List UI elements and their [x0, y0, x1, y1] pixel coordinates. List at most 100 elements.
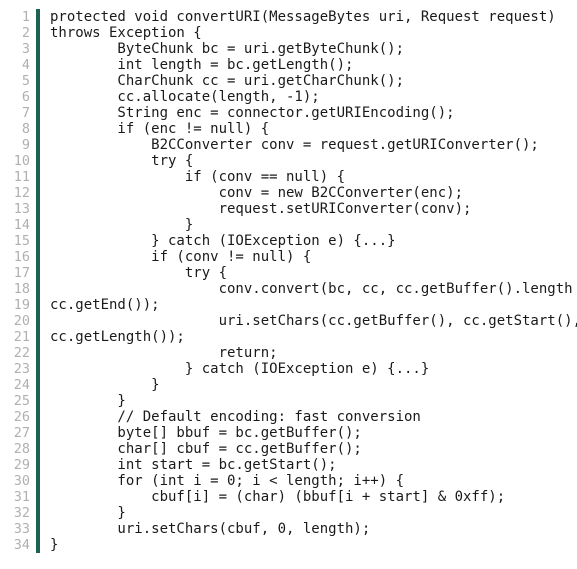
code-line-text[interactable]: uri.setChars(cc.getBuffer(), cc.getStart… — [50, 313, 577, 329]
code-line-row[interactable]: 13 request.setURIConverter(conv); — [0, 201, 577, 217]
code-line-text[interactable]: cbuf[i] = (char) (bbuf[i + start] & 0xff… — [50, 489, 577, 505]
code-line-row[interactable]: 23 } catch (IOException e) {...} — [0, 361, 577, 377]
code-line-text[interactable]: try { — [50, 265, 577, 281]
code-line-text[interactable]: byte[] bbuf = bc.getBuffer(); — [50, 425, 577, 441]
code-line-text[interactable]: return; — [50, 345, 577, 361]
gutter-divider-bar — [36, 377, 40, 393]
gutter-divider-bar — [36, 425, 40, 441]
code-line-row[interactable]: 33 uri.setChars(cbuf, 0, length); — [0, 521, 577, 537]
code-line-text[interactable]: uri.setChars(cbuf, 0, length); — [50, 521, 577, 537]
code-line-row[interactable]: 28 char[] cbuf = cc.getBuffer(); — [0, 441, 577, 457]
code-line-text[interactable]: conv.convert(bc, cc, cc.getBuffer().leng… — [50, 281, 577, 297]
code-line-text[interactable]: conv = new B2CConverter(enc); — [50, 185, 577, 201]
line-number: 24 — [13, 377, 30, 393]
code-line-text[interactable]: cc.getLength()); — [50, 329, 577, 345]
line-number: 28 — [13, 441, 30, 457]
code-line-row[interactable]: 26 // Default encoding: fast conversion — [0, 409, 577, 425]
code-line-row[interactable]: 30 for (int i = 0; i < length; i++) { — [0, 473, 577, 489]
code-line-text[interactable]: } catch (IOException e) {...} — [50, 361, 577, 377]
gutter-divider-bar — [36, 169, 40, 185]
code-line-row[interactable]: 7 String enc = connector.getURIEncoding(… — [0, 105, 577, 121]
gutter-divider-bar — [36, 89, 40, 105]
code-line-row[interactable]: 14 } — [0, 217, 577, 233]
line-number: 32 — [13, 505, 30, 521]
code-line-text[interactable]: } catch (IOException e) {...} — [50, 233, 577, 249]
code-line-row[interactable]: 32 } — [0, 505, 577, 521]
code-line-text[interactable]: try { — [50, 153, 577, 169]
line-number: 12 — [13, 185, 30, 201]
code-line-row[interactable]: 4 int length = bc.getLength(); — [0, 57, 577, 73]
code-line-row[interactable]: 31 cbuf[i] = (char) (bbuf[i + start] & 0… — [0, 489, 577, 505]
line-number: 16 — [13, 249, 30, 265]
line-number: 11 — [13, 169, 30, 185]
gutter-divider-bar — [36, 361, 40, 377]
code-line-row[interactable]: 19 cc.getEnd()); — [0, 297, 577, 313]
code-line-row[interactable]: 27 byte[] bbuf = bc.getBuffer(); — [0, 425, 577, 441]
code-line-text[interactable]: ByteChunk bc = uri.getByteChunk(); — [50, 41, 577, 57]
code-listing[interactable]: 1 protected void convertURI(MessageBytes … — [0, 0, 577, 569]
code-line-text[interactable]: } — [50, 217, 577, 233]
gutter-divider-bar — [36, 185, 40, 201]
code-line-row[interactable]: 5 CharChunk cc = uri.getCharChunk(); — [0, 73, 577, 89]
code-line-text[interactable]: } — [50, 393, 577, 409]
code-line-row[interactable]: 10 try { — [0, 153, 577, 169]
line-number: 23 — [13, 361, 30, 377]
code-line-text[interactable]: // Default encoding: fast conversion — [50, 409, 577, 425]
code-line-row[interactable]: 17 try { — [0, 265, 577, 281]
code-line-text[interactable]: } — [50, 377, 577, 393]
code-line-row[interactable]: 3 ByteChunk bc = uri.getByteChunk(); — [0, 41, 577, 57]
gutter-divider-bar — [36, 537, 40, 553]
line-number: 4 — [21, 57, 30, 73]
code-line-row[interactable]: 24 } — [0, 377, 577, 393]
gutter-divider-bar — [36, 393, 40, 409]
code-line-row[interactable]: 12 conv = new B2CConverter(enc); — [0, 185, 577, 201]
gutter-divider-bar — [36, 489, 40, 505]
code-line-row[interactable]: 15 } catch (IOException e) {...} — [0, 233, 577, 249]
code-line-text[interactable]: protected void convertURI(MessageBytes u… — [50, 9, 577, 25]
gutter-divider-bar — [36, 473, 40, 489]
code-line-row[interactable]: 9 B2CConverter conv = request.getURIConv… — [0, 137, 577, 153]
code-line-row[interactable]: 6 cc.allocate(length, -1); — [0, 89, 577, 105]
gutter-divider-bar — [36, 217, 40, 233]
gutter-divider-bar — [36, 25, 40, 41]
gutter-divider-bar — [36, 345, 40, 361]
code-line-text[interactable]: for (int i = 0; i < length; i++) { — [50, 473, 577, 489]
code-line-row[interactable]: 8 if (enc != null) { — [0, 121, 577, 137]
code-line-row[interactable]: 16 if (conv != null) { — [0, 249, 577, 265]
line-number: 25 — [13, 393, 30, 409]
line-number: 9 — [21, 137, 30, 153]
line-number: 30 — [13, 473, 30, 489]
code-line-text[interactable]: String enc = connector.getURIEncoding(); — [50, 105, 577, 121]
code-line-text[interactable]: if (conv != null) { — [50, 249, 577, 265]
code-line-text[interactable]: int length = bc.getLength(); — [50, 57, 577, 73]
code-line-row[interactable]: 11 if (conv == null) { — [0, 169, 577, 185]
code-line-text[interactable]: } — [50, 537, 577, 553]
code-line-text[interactable]: B2CConverter conv = request.getURIConver… — [50, 137, 577, 153]
code-line-text[interactable]: if (enc != null) { — [50, 121, 577, 137]
code-line-row[interactable]: 22 return; — [0, 345, 577, 361]
code-line-text[interactable]: } — [50, 505, 577, 521]
line-number: 8 — [21, 121, 30, 137]
code-line-text[interactable]: throws Exception { — [50, 25, 577, 41]
gutter-divider-bar — [36, 9, 40, 25]
code-line-text[interactable]: request.setURIConverter(conv); — [50, 201, 577, 217]
code-line-row[interactable]: 21 cc.getLength()); — [0, 329, 577, 345]
code-line-row[interactable]: 29 int start = bc.getStart(); — [0, 457, 577, 473]
gutter-divider-bar — [36, 153, 40, 169]
line-number: 7 — [21, 105, 30, 121]
code-line-row[interactable]: 2 throws Exception { — [0, 25, 577, 41]
line-number: 26 — [13, 409, 30, 425]
code-line-text[interactable]: char[] cbuf = cc.getBuffer(); — [50, 441, 577, 457]
code-line-row[interactable]: 1 protected void convertURI(MessageBytes … — [0, 9, 577, 25]
code-line-row[interactable]: 25 } — [0, 393, 577, 409]
code-line-row[interactable]: 20 uri.setChars(cc.getBuffer(), cc.getSt… — [0, 313, 577, 329]
code-line-text[interactable]: CharChunk cc = uri.getCharChunk(); — [50, 73, 577, 89]
code-line-text[interactable]: cc.allocate(length, -1); — [50, 89, 577, 105]
code-line-row[interactable]: 18 conv.convert(bc, cc, cc.getBuffer().l… — [0, 281, 577, 297]
code-line-text[interactable]: cc.getEnd()); — [50, 297, 577, 313]
line-number: 1 — [21, 9, 30, 25]
code-line-row[interactable]: 34} — [0, 537, 577, 553]
code-line-text[interactable]: if (conv == null) { — [50, 169, 577, 185]
code-line-text[interactable]: int start = bc.getStart(); — [50, 457, 577, 473]
gutter-divider-bar — [36, 297, 40, 313]
